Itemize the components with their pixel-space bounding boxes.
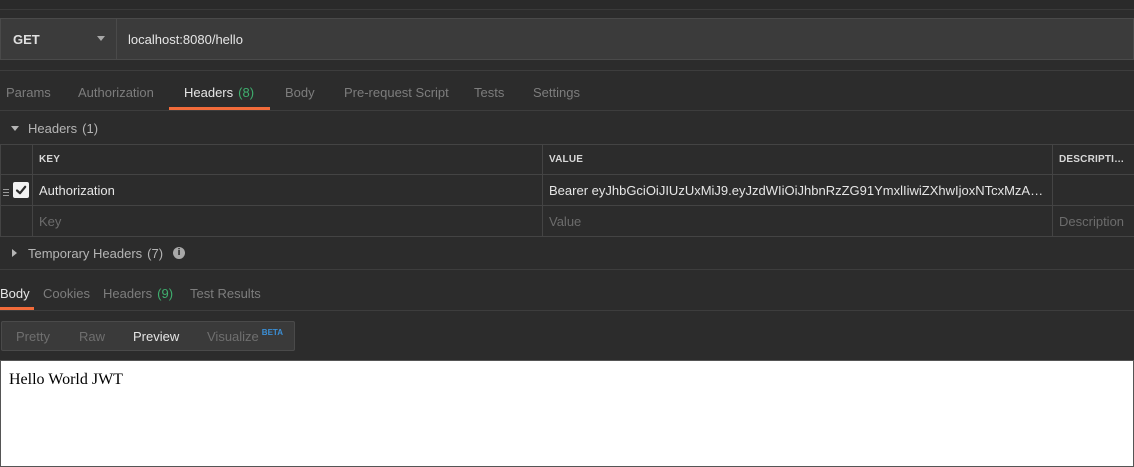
divider [0,269,1134,270]
response-body-text: Hello World JWT [9,371,123,388]
row-checkbox[interactable] [13,181,29,198]
mode-preview[interactable]: Preview [133,329,179,344]
caret-right-icon [12,249,17,257]
caret-down-icon [11,125,19,131]
mode-pretty[interactable]: Pretty [16,329,50,344]
divider [0,70,1134,71]
headers-count: (8) [238,84,255,100]
temporary-headers-toggle[interactable]: Temporary Headers (7) i [0,238,1134,268]
header-value-cell[interactable]: Bearer eyJhbGciOiJIUzUxMiJ9.eyJzdWIiOiJh… [542,174,1053,206]
select-column-header [0,144,33,175]
tab-pre-request-script[interactable]: Pre-request Script [344,74,449,110]
response-headers-count: (9) [157,285,174,301]
divider [0,110,1134,111]
column-header-description: DESCRIPTION [1052,144,1134,175]
table-header-row: KEY VALUE DESCRIPTION [0,144,1134,175]
headers-section-count: (1) [82,120,99,136]
column-header-key: KEY [32,144,543,175]
tab-body[interactable]: Body [285,74,315,110]
headers-section-toggle[interactable]: Headers (1) [0,113,1134,143]
drag-handle-icon[interactable] [3,187,9,198]
table-row: Authorization Bearer eyJhbGciOiJIUzUxMiJ… [0,174,1134,206]
headers-section-title: Headers [28,120,78,136]
new-description-input[interactable]: Description [1052,205,1134,237]
row-select-cell [0,174,33,206]
tab-settings[interactable]: Settings [533,74,580,110]
response-tab-body[interactable]: Body [0,276,34,310]
url-text: localhost:8080/hello [128,31,243,47]
response-tab-cookies[interactable]: Cookies [43,276,90,310]
method-label: GET [13,31,40,47]
url-bar: GET localhost:8080/hello [0,18,1134,60]
header-key-cell[interactable]: Authorization [32,174,543,206]
tab-params[interactable]: Params [6,74,51,110]
method-select[interactable]: GET [0,18,116,60]
tab-authorization[interactable]: Authorization [78,74,154,110]
url-input[interactable]: localhost:8080/hello [116,18,1134,60]
table-row: Key Value Description [0,205,1134,237]
tab-tests[interactable]: Tests [474,74,504,110]
response-tab-test-results[interactable]: Test Results [190,276,261,310]
response-tab-headers[interactable]: Headers (9) [103,276,173,310]
tab-headers[interactable]: Headers (8) [169,74,270,110]
row-select-cell [0,205,33,237]
chevron-down-icon [97,36,105,41]
info-icon[interactable]: i [173,247,186,259]
view-mode-toggle: Pretty Raw Preview Visualize BETA [1,321,295,351]
beta-badge: BETA [261,328,283,337]
column-header-value: VALUE [542,144,1053,175]
top-strip [0,0,1134,10]
headers-table: KEY VALUE DESCRIPTION Authorization Bear… [0,144,1134,237]
request-tabs: Params Authorization Headers (8) Body Pre… [0,74,1134,110]
temporary-headers-title: Temporary Headers [28,245,143,261]
new-key-input[interactable]: Key [32,205,543,237]
temporary-headers-count: (7) [147,245,164,261]
mode-raw[interactable]: Raw [79,329,105,344]
response-preview: Hello World JWT [0,360,1134,467]
new-value-input[interactable]: Value [542,205,1053,237]
divider [0,310,1134,311]
response-tabs: Body Cookies Headers (9) Test Results [0,276,1134,310]
checkmark-icon [15,185,27,194]
header-description-cell[interactable] [1052,174,1134,206]
mode-visualize[interactable]: Visualize BETA [207,328,283,344]
